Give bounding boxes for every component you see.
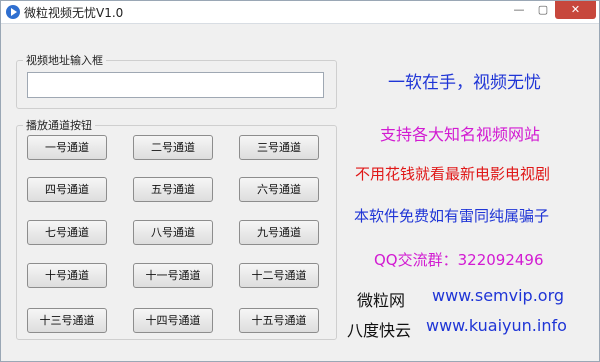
channel-button-12[interactable]: 十二号通道 [239, 263, 319, 288]
title-bar[interactable]: 微粒视频无忧V1.0 — ▢ ✕ [1, 1, 599, 24]
app-window: 微粒视频无忧V1.0 — ▢ ✕ 视频地址输入框 播放通道按钮 一号通道 二号通… [0, 0, 600, 362]
channel-button-6[interactable]: 六号通道 [239, 177, 319, 202]
channel-button-13[interactable]: 十三号通道 [27, 308, 107, 333]
channel-button-4[interactable]: 四号通道 [27, 177, 107, 202]
channel-button-8[interactable]: 八号通道 [133, 220, 213, 245]
url-group-label: 视频地址输入框 [26, 54, 103, 67]
site1-name: 微粒网 [357, 291, 406, 310]
channel-button-15[interactable]: 十五号通道 [239, 308, 319, 333]
site1-url: www.semvip.org [432, 286, 565, 305]
play-circle-icon [6, 5, 20, 19]
qq-group-text: QQ交流群：322092496 [374, 251, 544, 269]
minimize-button[interactable]: — [507, 1, 531, 19]
channel-group-label: 播放通道按钮 [26, 119, 92, 132]
free-movies-line: 不用花钱就看最新电影电视剧 [355, 165, 551, 183]
channel-button-11[interactable]: 十一号通道 [133, 263, 213, 288]
channel-button-7[interactable]: 七号通道 [27, 220, 107, 245]
channel-button-2[interactable]: 二号通道 [133, 135, 213, 160]
channel-button-10[interactable]: 十号通道 [27, 263, 107, 288]
close-button[interactable]: ✕ [555, 1, 596, 19]
channel-button-9[interactable]: 九号通道 [239, 220, 319, 245]
slogan-line: 一软在手，视频无忧 [388, 73, 541, 93]
site2-url: www.kuaiyun.info [426, 316, 567, 335]
support-sites-line: 支持各大知名视频网站 [380, 125, 541, 144]
site2-name: 八度快云 [347, 321, 412, 340]
free-software-line: 本软件免费如有雷同纯属骗子 [354, 207, 550, 225]
window-title: 微粒视频无忧V1.0 [24, 6, 124, 20]
channel-button-14[interactable]: 十四号通道 [133, 308, 213, 333]
channel-button-1[interactable]: 一号通道 [27, 135, 107, 160]
maximize-button[interactable]: ▢ [531, 1, 555, 19]
channel-button-3[interactable]: 三号通道 [239, 135, 319, 160]
video-url-input[interactable] [27, 72, 324, 98]
channel-button-5[interactable]: 五号通道 [133, 177, 213, 202]
